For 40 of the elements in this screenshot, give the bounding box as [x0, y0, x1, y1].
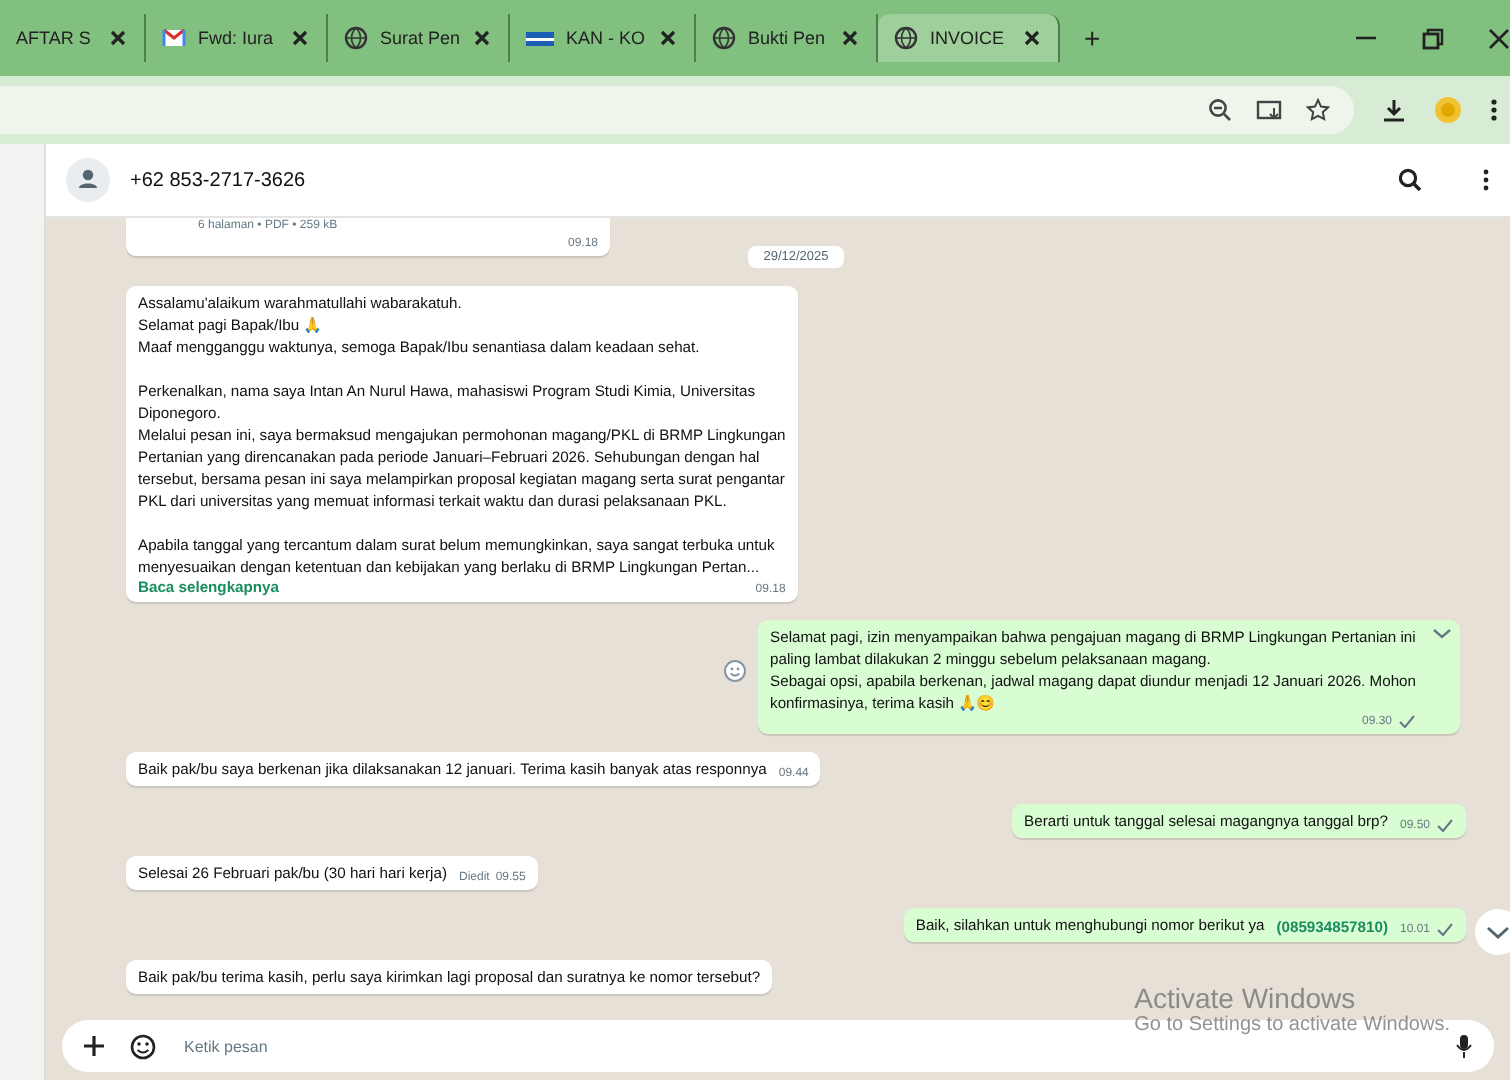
emoji-icon[interactable]	[130, 1033, 156, 1059]
close-icon[interactable]	[840, 28, 861, 48]
sent-check-icon	[1436, 818, 1454, 832]
close-icon[interactable]	[108, 28, 128, 48]
plus-icon[interactable]	[82, 1034, 106, 1058]
close-icon[interactable]	[658, 28, 679, 48]
install-app-icon[interactable]	[1256, 98, 1282, 122]
globe-icon	[894, 26, 919, 50]
chevron-down-icon[interactable]	[1432, 628, 1452, 640]
zoom-out-icon[interactable]	[1208, 98, 1232, 122]
contact-name[interactable]: +62 853-2717-3626	[130, 169, 306, 191]
new-tab-button[interactable]: +	[1060, 22, 1125, 54]
close-icon[interactable]	[1488, 27, 1510, 49]
scroll-down-button[interactable]	[1474, 908, 1510, 956]
more-options-icon[interactable]	[1490, 98, 1498, 122]
flag-icon	[526, 27, 555, 49]
message-input[interactable]: Ketik pesan	[180, 1035, 1430, 1057]
globe-icon	[712, 26, 737, 50]
close-icon[interactable]	[1022, 28, 1043, 48]
activation-text: Go to Settings to activate Windows.	[1134, 1014, 1450, 1036]
avatar-icon	[66, 158, 110, 202]
restore-icon[interactable]	[1422, 27, 1444, 49]
globe-icon	[344, 26, 368, 50]
emoji-reaction-icon[interactable]	[724, 660, 747, 682]
browser-tab[interactable]: Surat Pen	[328, 14, 511, 62]
microphone-icon[interactable]	[1454, 1034, 1474, 1058]
close-icon[interactable]	[472, 28, 493, 48]
download-icon[interactable]	[1382, 98, 1406, 122]
browser-tab[interactable]: INVOICE	[878, 14, 1061, 62]
sent-check-icon	[1436, 922, 1454, 936]
star-icon[interactable]	[1306, 98, 1330, 122]
search-icon[interactable]	[1398, 168, 1422, 192]
browser-tab[interactable]: KAN - KO	[510, 14, 697, 62]
mail-icon	[162, 26, 186, 50]
browser-tab[interactable]: AFTAR S	[0, 14, 146, 62]
menu-icon[interactable]	[1482, 168, 1490, 192]
activation-title: Activate Windows	[1134, 982, 1358, 1014]
close-icon[interactable]	[290, 28, 310, 48]
sent-check-icon	[1398, 714, 1416, 728]
browser-tab[interactable]: Fwd: Iura	[146, 14, 328, 62]
